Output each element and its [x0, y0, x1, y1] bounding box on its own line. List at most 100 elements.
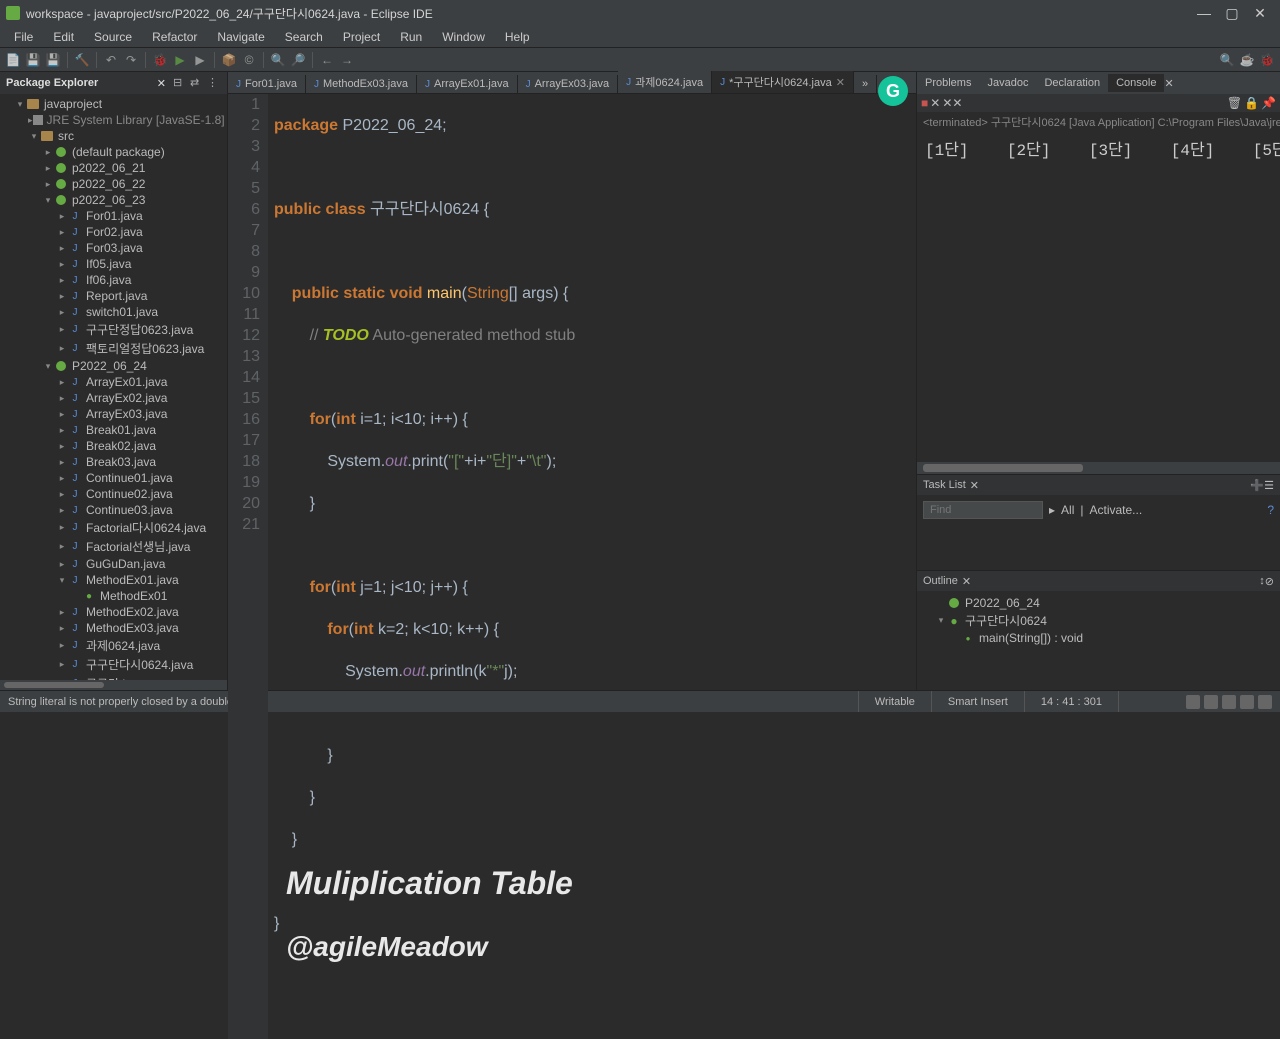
redo-icon[interactable]: ↷ [122, 51, 140, 69]
package-tree[interactable]: ▾javaproject▸JRE System Library [JavaSE-… [0, 94, 227, 680]
tree-item[interactable]: ▸JFactorial선생님.java [0, 537, 227, 556]
tree-item[interactable]: ▸Jswitch01.java [0, 304, 227, 320]
tree-item[interactable]: ▸JContinue01.java [0, 470, 227, 486]
tree-item[interactable]: ▸JMethodEx03.java [0, 620, 227, 636]
perspective-debug-icon[interactable]: 🐞 [1258, 51, 1276, 69]
undo-icon[interactable]: ↶ [102, 51, 120, 69]
save-icon[interactable]: 💾 [24, 51, 42, 69]
build-icon[interactable]: 🔨 [73, 51, 91, 69]
tasklist-all-link[interactable]: All [1061, 503, 1074, 517]
tasklist-activate-link[interactable]: Activate... [1090, 503, 1143, 517]
perspective-java-icon[interactable]: ☕ [1238, 51, 1256, 69]
tree-item[interactable]: ▸J과제0624.java [0, 636, 227, 655]
grammarly-badge[interactable]: G [878, 76, 908, 106]
code-content[interactable]: package P2022_06_24; public class 구구단다시0… [268, 94, 916, 1039]
terminate-icon[interactable]: ■ [921, 96, 928, 110]
tree-item[interactable]: ▾p2022_06_23 [0, 192, 227, 208]
tree-item[interactable]: ▸J팩토리얼정답0623.java [0, 339, 227, 358]
editor-tab[interactable]: J*구구단다시0624.java✕ [712, 71, 854, 93]
tree-item[interactable]: ▸JIf05.java [0, 256, 227, 272]
tree-item[interactable]: ▸JFor01.java [0, 208, 227, 224]
pin-console-icon[interactable]: 📌 [1261, 96, 1276, 110]
scroll-lock-icon[interactable]: 🔒 [1244, 96, 1259, 110]
tree-item[interactable]: ●MethodEx01 [0, 588, 227, 604]
tree-item[interactable]: ▸JReport.java [0, 288, 227, 304]
tree-item[interactable]: ▾javaproject [0, 96, 227, 112]
tree-item[interactable]: ▸JContinue02.java [0, 486, 227, 502]
tree-item[interactable]: ▸JArrayEx03.java [0, 406, 227, 422]
tab-problems[interactable]: Problems [917, 74, 979, 92]
tree-item[interactable]: ▸JIf06.java [0, 272, 227, 288]
open-type-icon[interactable]: 🔍 [269, 51, 287, 69]
tree-item[interactable]: ▸JBreak03.java [0, 454, 227, 470]
tree-item[interactable]: ▸JBreak02.java [0, 438, 227, 454]
tree-item[interactable]: ▸JFactorial다시0624.java [0, 518, 227, 537]
outline-item[interactable]: ●main(String[]) : void [921, 630, 1276, 646]
tree-item[interactable]: ▸JRE System Library [JavaSE-1.8] [0, 112, 227, 128]
editor-tab[interactable]: JFor01.java [228, 75, 306, 93]
outline-item[interactable]: ▾●구구단다시0624 [921, 611, 1276, 630]
categorize-icon[interactable]: ☰ [1264, 479, 1274, 492]
tasklist-close-icon[interactable]: ✕ [970, 479, 979, 492]
new-class-icon[interactable]: © [240, 51, 258, 69]
tree-item[interactable]: ▾P2022_06_24 [0, 358, 227, 374]
view-menu-icon[interactable]: ⋮ [207, 76, 221, 90]
clear-console-icon[interactable]: 🗑 [1227, 96, 1242, 110]
new-task-icon[interactable]: ➕ [1250, 479, 1264, 492]
tree-item[interactable]: ▸JFor03.java [0, 240, 227, 256]
menu-file[interactable]: File [4, 28, 43, 46]
menu-project[interactable]: Project [333, 28, 390, 46]
menu-search[interactable]: Search [275, 28, 333, 46]
new-icon[interactable]: 📄 [4, 51, 22, 69]
remove-all-icon[interactable]: ✕✕ [942, 96, 962, 110]
maximize-button[interactable]: ▢ [1218, 3, 1246, 23]
tree-item[interactable]: ▸JBreak01.java [0, 422, 227, 438]
more-tabs-icon[interactable]: » [854, 75, 877, 93]
tab-close-icon[interactable]: ✕ [836, 76, 845, 89]
menu-edit[interactable]: Edit [43, 28, 84, 46]
debug-icon[interactable]: 🐞 [151, 51, 169, 69]
tree-item[interactable]: ▸p2022_06_21 [0, 160, 227, 176]
editor-tab[interactable]: JMethodEx03.java [306, 75, 417, 93]
tasklist-find-input[interactable] [923, 501, 1043, 519]
run-icon[interactable]: ▶ [171, 51, 189, 69]
menu-refactor[interactable]: Refactor [142, 28, 207, 46]
sb-icon-3[interactable] [1222, 695, 1236, 709]
hide-fields-icon[interactable]: ⊘ [1265, 575, 1274, 588]
console-close-icon[interactable]: ✕ [1164, 77, 1173, 90]
tab-declaration[interactable]: Declaration [1036, 74, 1108, 92]
close-button[interactable]: ✕ [1246, 3, 1274, 23]
tab-javadoc[interactable]: Javadoc [979, 74, 1036, 92]
outline-tree[interactable]: P2022_06_24▾●구구단다시0624●main(String[]) : … [917, 591, 1280, 650]
tree-item[interactable]: ▸JArrayEx01.java [0, 374, 227, 390]
sidebar-scrollbar[interactable] [0, 680, 227, 690]
outline-item[interactable]: P2022_06_24 [921, 595, 1276, 611]
menu-navigate[interactable]: Navigate [207, 28, 274, 46]
editor-tab[interactable]: JArrayEx01.java [417, 75, 518, 93]
sb-icon-1[interactable] [1186, 695, 1200, 709]
collapse-all-icon[interactable]: ⊟ [173, 76, 187, 90]
menu-window[interactable]: Window [432, 28, 495, 46]
minimize-button[interactable]: — [1190, 3, 1218, 23]
code-editor[interactable]: 123456789101112131415161718192021 packag… [228, 94, 916, 1039]
editor-tab[interactable]: J과제0624.java [618, 71, 712, 93]
sb-icon-4[interactable] [1240, 695, 1254, 709]
forward-icon[interactable]: → [338, 51, 356, 69]
editor-tab[interactable]: JArrayEx03.java [518, 75, 619, 93]
tree-item[interactable]: ▸J구구단다시0624.java [0, 655, 227, 674]
coverage-icon[interactable]: ▶ [191, 51, 209, 69]
tree-item[interactable]: ▸JContinue03.java [0, 502, 227, 518]
quick-access-icon[interactable]: 🔍 [1218, 51, 1236, 69]
tree-item[interactable]: ▸(default package) [0, 144, 227, 160]
tree-item[interactable]: ▸JMethodEx02.java [0, 604, 227, 620]
tree-item[interactable]: ▾src [0, 128, 227, 144]
link-editor-icon[interactable]: ⇄ [190, 76, 204, 90]
remove-launch-icon[interactable]: ✕ [930, 96, 940, 110]
menu-source[interactable]: Source [84, 28, 142, 46]
sb-icon-2[interactable] [1204, 695, 1218, 709]
tree-item[interactable]: ▸JFor02.java [0, 224, 227, 240]
panel-close-icon[interactable]: ✕ [153, 77, 170, 90]
outline-close-icon[interactable]: ✕ [962, 575, 971, 588]
tree-item[interactable]: ▸JGuGuDan.java [0, 556, 227, 572]
tree-item[interactable]: ▸J구구단정답0623.java [0, 320, 227, 339]
